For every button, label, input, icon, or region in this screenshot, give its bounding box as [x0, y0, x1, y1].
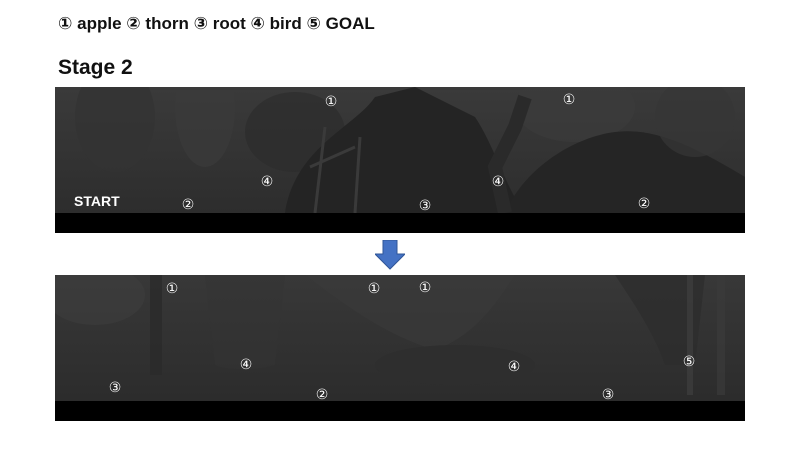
root-marker: ③	[108, 380, 122, 396]
ground-strip	[55, 401, 745, 421]
ground-strip	[55, 213, 745, 233]
legend-thorn-symbol: ②	[126, 14, 141, 33]
apple-marker: ①	[165, 281, 179, 297]
legend-thorn-label: thorn	[145, 14, 189, 33]
start-label: START	[74, 193, 120, 209]
legend-apple-symbol: ①	[58, 14, 73, 33]
legend-goal-symbol: ⑤	[306, 14, 321, 33]
legend-apple-label: apple	[77, 14, 122, 33]
legend-goal-label: GOAL	[325, 14, 375, 33]
goal-marker: ⑤	[682, 354, 696, 370]
bird-marker: ④	[260, 174, 274, 190]
root-marker: ③	[418, 198, 432, 214]
legend-root-label: root	[212, 14, 246, 33]
legend: ① apple ② thorn ③ root ④ bird ⑤ GOAL	[58, 14, 375, 34]
arrow-down-icon	[375, 240, 405, 270]
forest-scenery	[55, 275, 745, 421]
level-panel-first: START ① ① ④ ④ ② ③ ②	[55, 87, 745, 233]
level-panel-second: ① ① ① ④ ④ ⑤ ③ ② ③	[55, 275, 745, 421]
thorn-marker: ②	[315, 387, 329, 403]
apple-marker: ①	[324, 94, 338, 110]
legend-bird-label: bird	[269, 14, 302, 33]
bird-marker: ④	[239, 357, 253, 373]
stage-title: Stage 2	[58, 56, 133, 79]
thorn-marker: ②	[637, 196, 651, 212]
bird-marker: ④	[507, 359, 521, 375]
apple-marker: ①	[562, 92, 576, 108]
legend-root-symbol: ③	[193, 14, 208, 33]
root-marker: ③	[601, 387, 615, 403]
thorn-marker: ②	[181, 197, 195, 213]
apple-marker: ①	[367, 281, 381, 297]
apple-marker: ①	[418, 280, 432, 296]
bird-marker: ④	[491, 174, 505, 190]
legend-bird-symbol: ④	[250, 14, 265, 33]
